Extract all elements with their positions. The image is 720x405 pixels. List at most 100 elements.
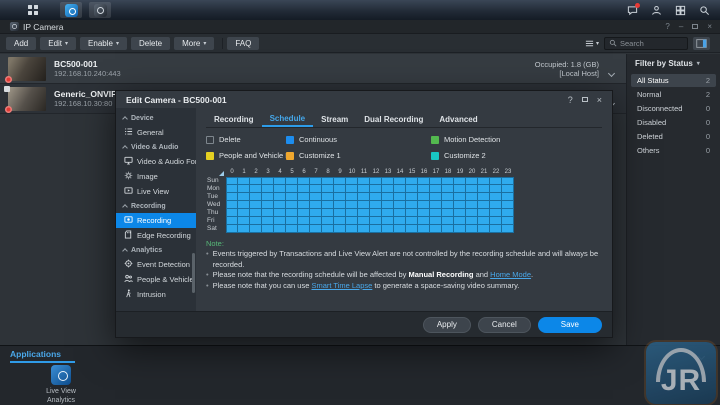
schedule-cell[interactable] bbox=[370, 193, 382, 201]
applications-tab[interactable]: Applications bbox=[10, 347, 75, 363]
schedule-cell[interactable] bbox=[334, 201, 346, 209]
schedule-cell[interactable] bbox=[298, 217, 310, 225]
schedule-cell[interactable] bbox=[274, 209, 286, 217]
schedule-cell[interactable] bbox=[490, 209, 502, 217]
filter-item-disconnected[interactable]: Disconnected0 bbox=[631, 102, 716, 115]
schedule-cell[interactable] bbox=[334, 225, 346, 233]
schedule-cell[interactable] bbox=[370, 201, 382, 209]
schedule-cell[interactable] bbox=[310, 209, 322, 217]
schedule-cell[interactable] bbox=[226, 225, 238, 233]
schedule-cell[interactable] bbox=[250, 209, 262, 217]
schedule-cell[interactable] bbox=[406, 185, 418, 193]
taskbar-app-ip-camera[interactable] bbox=[89, 2, 111, 18]
toolbar-button-edit[interactable]: Edit▾ bbox=[40, 37, 76, 50]
schedule-cell[interactable] bbox=[418, 225, 430, 233]
schedule-cell[interactable] bbox=[262, 185, 274, 193]
schedule-cell[interactable] bbox=[382, 225, 394, 233]
schedule-cell[interactable] bbox=[490, 193, 502, 201]
schedule-cell[interactable] bbox=[346, 177, 358, 185]
search-icon[interactable] bbox=[699, 5, 710, 16]
save-button[interactable]: Save bbox=[538, 317, 602, 333]
schedule-cell[interactable] bbox=[502, 217, 514, 225]
schedule-cell[interactable] bbox=[466, 185, 478, 193]
schedule-cell[interactable] bbox=[478, 209, 490, 217]
sidebar-section-analytics[interactable]: Analytics bbox=[116, 243, 196, 257]
sidebar-item-people-vehicle[interactable]: People & Vehicle bbox=[116, 272, 196, 287]
schedule-cell[interactable] bbox=[466, 201, 478, 209]
schedule-cell[interactable] bbox=[310, 217, 322, 225]
schedule-cell[interactable] bbox=[418, 201, 430, 209]
schedule-cell[interactable] bbox=[322, 225, 334, 233]
schedule-cell[interactable] bbox=[382, 201, 394, 209]
schedule-cell[interactable] bbox=[490, 177, 502, 185]
schedule-cell[interactable] bbox=[430, 193, 442, 201]
sidebar-section-device[interactable]: Device bbox=[116, 111, 196, 125]
schedule-cell[interactable] bbox=[454, 177, 466, 185]
apply-button[interactable]: Apply bbox=[423, 317, 471, 333]
schedule-cell[interactable] bbox=[262, 217, 274, 225]
schedule-cell[interactable] bbox=[334, 193, 346, 201]
sidebar-scrollbar[interactable] bbox=[192, 253, 195, 293]
schedule-cell[interactable] bbox=[466, 193, 478, 201]
filter-item-deleted[interactable]: Deleted0 bbox=[631, 130, 716, 143]
schedule-cell[interactable] bbox=[406, 209, 418, 217]
schedule-cell[interactable] bbox=[298, 201, 310, 209]
filter-header[interactable]: Filter by Status ▾ bbox=[631, 59, 716, 74]
schedule-cell[interactable] bbox=[370, 177, 382, 185]
sidebar-item-intrusion[interactable]: Intrusion bbox=[116, 287, 196, 302]
taskbar-app-surveillance-station[interactable] bbox=[60, 2, 82, 18]
schedule-cell[interactable] bbox=[250, 177, 262, 185]
schedule-cell[interactable] bbox=[286, 185, 298, 193]
view-toggle-button[interactable]: ▾ bbox=[585, 39, 599, 48]
schedule-cell[interactable] bbox=[250, 217, 262, 225]
schedule-cell[interactable] bbox=[490, 217, 502, 225]
schedule-cell[interactable] bbox=[430, 217, 442, 225]
schedule-cell[interactable] bbox=[466, 217, 478, 225]
schedule-cell[interactable] bbox=[274, 201, 286, 209]
widgets-icon[interactable] bbox=[675, 5, 686, 16]
schedule-cell[interactable] bbox=[226, 209, 238, 217]
tab-schedule[interactable]: Schedule bbox=[262, 112, 314, 127]
schedule-cell[interactable] bbox=[454, 209, 466, 217]
toolbar-button-more[interactable]: More▾ bbox=[174, 37, 214, 50]
schedule-cell[interactable] bbox=[466, 209, 478, 217]
schedule-cell[interactable] bbox=[478, 177, 490, 185]
schedule-cell[interactable] bbox=[250, 185, 262, 193]
schedule-cell[interactable] bbox=[310, 225, 322, 233]
note-link[interactable]: Home Mode bbox=[490, 270, 531, 279]
schedule-cell[interactable] bbox=[322, 193, 334, 201]
window-help-icon[interactable]: ? bbox=[665, 22, 669, 31]
schedule-cell[interactable] bbox=[418, 193, 430, 201]
filter-item-disabled[interactable]: Disabled0 bbox=[631, 116, 716, 129]
schedule-cell[interactable] bbox=[442, 225, 454, 233]
tab-stream[interactable]: Stream bbox=[313, 112, 356, 127]
schedule-cell[interactable] bbox=[322, 185, 334, 193]
schedule-cell[interactable] bbox=[334, 209, 346, 217]
schedule-cell[interactable] bbox=[418, 209, 430, 217]
schedule-cell[interactable] bbox=[250, 193, 262, 201]
schedule-cell[interactable] bbox=[394, 177, 406, 185]
schedule-cell[interactable] bbox=[394, 225, 406, 233]
filter-item-normal[interactable]: Normal2 bbox=[631, 88, 716, 101]
sidebar-item-event-detection[interactable]: Event Detection bbox=[116, 257, 196, 272]
schedule-cell[interactable] bbox=[238, 185, 250, 193]
sidebar-section-video-audio[interactable]: Video & Audio bbox=[116, 140, 196, 154]
schedule-cell[interactable] bbox=[274, 217, 286, 225]
schedule-cell[interactable] bbox=[430, 201, 442, 209]
schedule-cell[interactable] bbox=[238, 201, 250, 209]
schedule-cell[interactable] bbox=[322, 217, 334, 225]
schedule-cell[interactable] bbox=[322, 209, 334, 217]
schedule-cell[interactable] bbox=[478, 185, 490, 193]
window-maximize-icon[interactable] bbox=[692, 24, 698, 29]
schedule-cell[interactable] bbox=[418, 185, 430, 193]
schedule-cell[interactable] bbox=[286, 225, 298, 233]
schedule-cell[interactable] bbox=[262, 225, 274, 233]
schedule-cell[interactable] bbox=[298, 177, 310, 185]
dialog-help-icon[interactable]: ? bbox=[568, 95, 573, 105]
notifications-icon[interactable] bbox=[627, 5, 638, 16]
schedule-cell[interactable] bbox=[442, 209, 454, 217]
sidebar-item-general[interactable]: General bbox=[116, 125, 196, 140]
schedule-cell[interactable] bbox=[286, 201, 298, 209]
schedule-cell[interactable] bbox=[478, 201, 490, 209]
schedule-cell[interactable] bbox=[358, 225, 370, 233]
